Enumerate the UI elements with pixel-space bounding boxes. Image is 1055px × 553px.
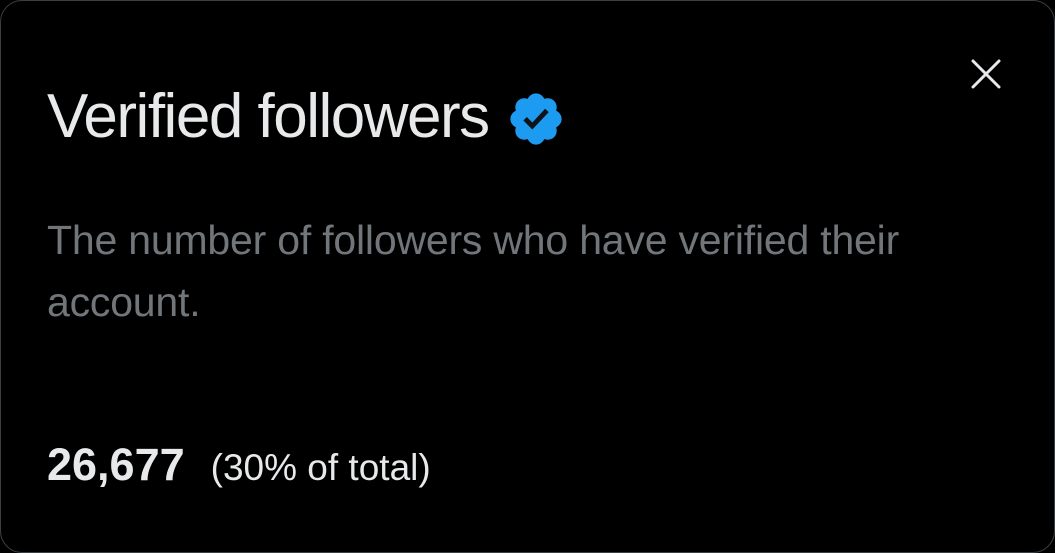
close-icon[interactable] <box>971 59 1001 89</box>
verified-badge-icon <box>503 86 569 152</box>
verified-followers-dialog: Verified followers The number of followe… <box>0 0 1055 553</box>
dialog-title: Verified followers <box>47 82 490 151</box>
dialog-header: Verified followers <box>47 77 569 157</box>
verified-followers-stat: 26,677 (30% of total) <box>47 433 431 500</box>
verified-followers-count: 26,677 <box>47 439 185 490</box>
close-button[interactable] <box>961 51 1011 97</box>
dialog-description: The number of followers who have verifie… <box>47 217 900 325</box>
verified-followers-percent: (30% of total) <box>210 447 431 488</box>
